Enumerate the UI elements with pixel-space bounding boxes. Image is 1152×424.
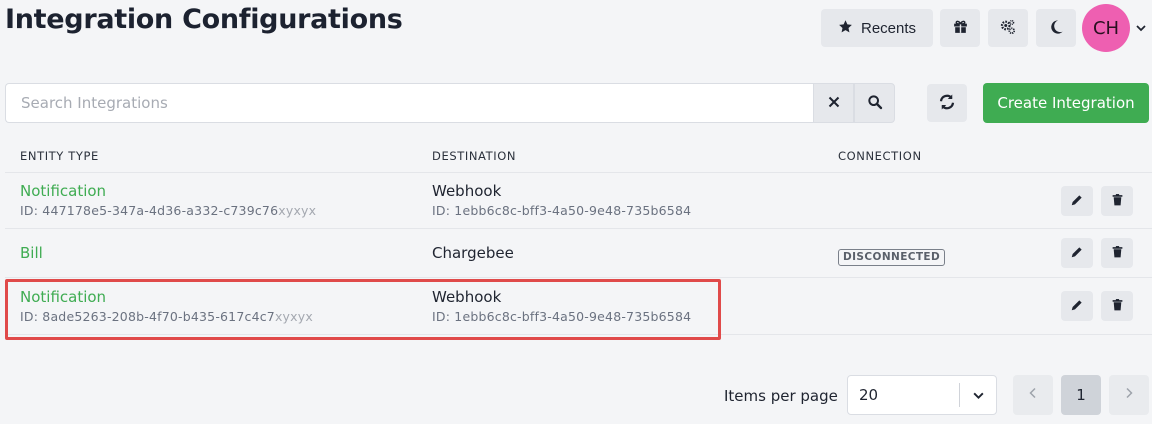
chevron-right-icon [1123, 386, 1135, 404]
table-row: Notification ID: 447178e5-347a-4d36-a332… [5, 172, 1152, 229]
recents-button[interactable]: Recents [821, 9, 933, 47]
destination-name: Webhook [432, 288, 502, 306]
items-per-page-label: Items per page [724, 387, 838, 405]
whats-new-button[interactable] [940, 9, 980, 47]
next-page-button[interactable] [1109, 375, 1149, 415]
table-row: Notification ID: 8ade5263-208b-4f70-b435… [5, 278, 1152, 335]
user-menu-toggle[interactable] [1132, 19, 1150, 38]
column-header-entity-type: ENTITY TYPE [20, 149, 99, 163]
search-button[interactable] [854, 83, 895, 123]
avatar[interactable]: CH [1082, 4, 1130, 52]
close-icon [828, 96, 840, 111]
trash-icon [1111, 245, 1124, 262]
pencil-icon [1070, 193, 1084, 210]
recents-label: Recents [860, 19, 917, 37]
previous-page-button[interactable] [1013, 375, 1053, 415]
entity-type-link[interactable]: Notification [20, 288, 313, 306]
destination-name: Webhook [432, 182, 502, 200]
edit-button[interactable] [1061, 291, 1093, 321]
column-header-connection: CONNECTION [838, 149, 922, 163]
connection-status-badge: DISCONNECTED [838, 249, 946, 266]
refresh-button[interactable] [927, 84, 967, 122]
chevron-down-icon [1135, 19, 1147, 38]
column-header-destination: DESTINATION [432, 149, 517, 163]
entity-type-link[interactable]: Bill [20, 244, 43, 262]
table-header: ENTITY TYPE DESTINATION CONNECTION [0, 149, 1152, 163]
trash-icon [1111, 298, 1124, 315]
trash-icon [1111, 193, 1124, 210]
pencil-icon [1070, 298, 1084, 315]
edit-button[interactable] [1061, 186, 1093, 216]
create-integration-button[interactable]: Create Integration [983, 83, 1149, 123]
entity-type-link[interactable]: Notification [20, 182, 316, 200]
chevron-down-icon [960, 389, 996, 402]
destination-name: Chargebee [432, 244, 514, 262]
page-1-button[interactable]: 1 [1061, 375, 1101, 415]
destination-id: ID: 1ebb6c8c-bff3-4a50-9e48-735b6584 [432, 203, 692, 218]
avatar-initials: CH [1092, 17, 1120, 39]
gift-icon [952, 18, 969, 38]
table-row: Bill Chargebee DISCONNECTED [5, 229, 1152, 278]
search-icon [867, 94, 883, 113]
settings-button[interactable] [988, 9, 1028, 47]
delete-button[interactable] [1101, 238, 1133, 268]
items-per-page-select[interactable]: 20 [847, 375, 997, 415]
delete-button[interactable] [1101, 291, 1133, 321]
clear-search-button[interactable] [813, 83, 854, 123]
page-title: Integration Configurations [5, 4, 403, 35]
destination-id: ID: 1ebb6c8c-bff3-4a50-9e48-735b6584 [432, 309, 692, 324]
edit-button[interactable] [1061, 238, 1093, 268]
search-bar [5, 83, 895, 123]
star-icon [838, 19, 853, 38]
entity-id: ID: 447178e5-347a-4d36-a332-c739c76xyxyx [20, 203, 317, 218]
chevron-left-icon [1027, 386, 1039, 404]
pencil-icon [1070, 245, 1084, 262]
delete-button[interactable] [1101, 186, 1133, 216]
top-bar: Recents CH [821, 4, 1152, 52]
entity-id: ID: 8ade5263-208b-4f70-b435-617c4c7xyxyx [20, 309, 313, 324]
moon-icon [1048, 19, 1064, 38]
search-input[interactable] [5, 83, 813, 123]
items-per-page-value: 20 [859, 386, 879, 404]
refresh-icon [938, 93, 956, 114]
theme-toggle-button[interactable] [1036, 9, 1076, 47]
gears-icon [999, 18, 1017, 39]
